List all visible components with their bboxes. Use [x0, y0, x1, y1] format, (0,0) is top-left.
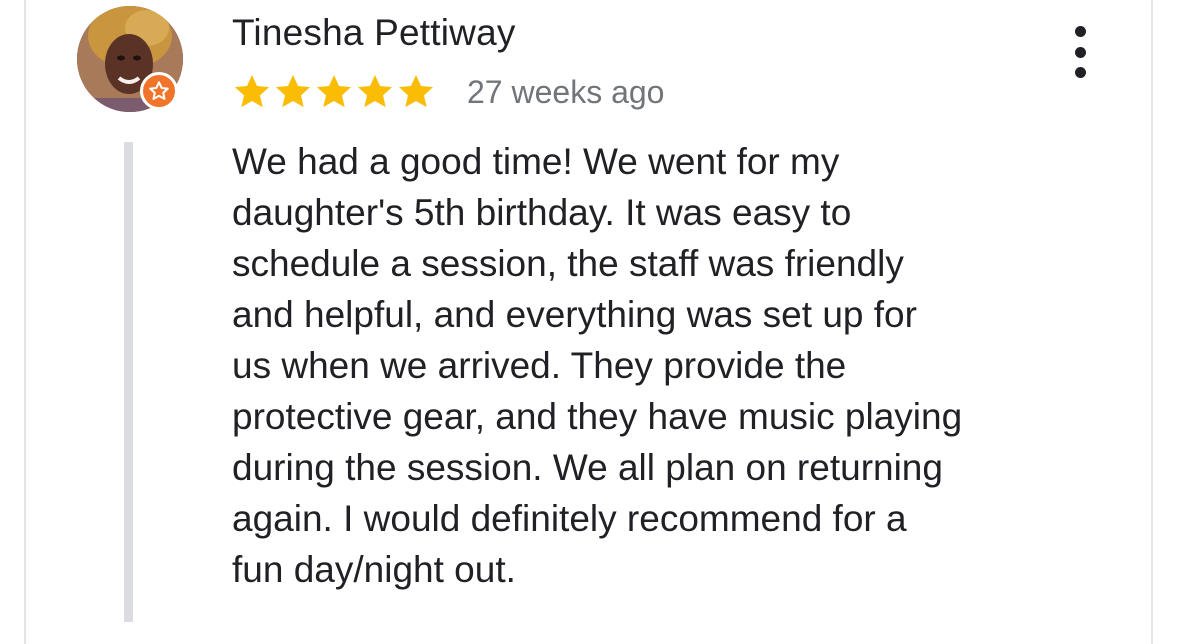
- review-card: Tinesha Pettiway 27 weeks ago We had a g…: [0, 0, 1179, 644]
- review-text-line: We had a good time! We went for my: [232, 141, 840, 182]
- reviewer-name[interactable]: Tinesha Pettiway: [232, 12, 516, 54]
- star-icon: [399, 75, 433, 108]
- more-vert-icon: [1074, 26, 1086, 37]
- review-text-line: schedule a session, the staff was friend…: [232, 243, 904, 284]
- card-left-border: [24, 0, 26, 644]
- star-rating: [232, 72, 437, 112]
- more-options-button[interactable]: [1060, 22, 1100, 82]
- review-text: We had a good time! We went for my daugh…: [232, 136, 1092, 595]
- quote-bar: [124, 142, 133, 622]
- review-text-line: us when we arrived. They provide the: [232, 345, 847, 386]
- review-text-line: again. I would definitely recommend for …: [232, 498, 907, 539]
- card-right-border: [1151, 0, 1153, 644]
- review-text-line: during the session. We all plan on retur…: [232, 447, 943, 488]
- star-icon: [235, 75, 269, 108]
- star-icon: [276, 75, 310, 108]
- review-text-line: daughter's 5th birthday. It was easy to: [232, 192, 852, 233]
- review-text-line: and helpful, and everything was set up f…: [232, 294, 917, 335]
- review-timestamp: 27 weeks ago: [467, 74, 665, 110]
- local-guide-star-icon: [140, 72, 178, 110]
- review-text-line: protective gear, and they have music pla…: [232, 396, 963, 437]
- star-icon: [358, 75, 392, 108]
- review-text-line: fun day/night out.: [232, 549, 516, 590]
- star-icon: [317, 75, 351, 108]
